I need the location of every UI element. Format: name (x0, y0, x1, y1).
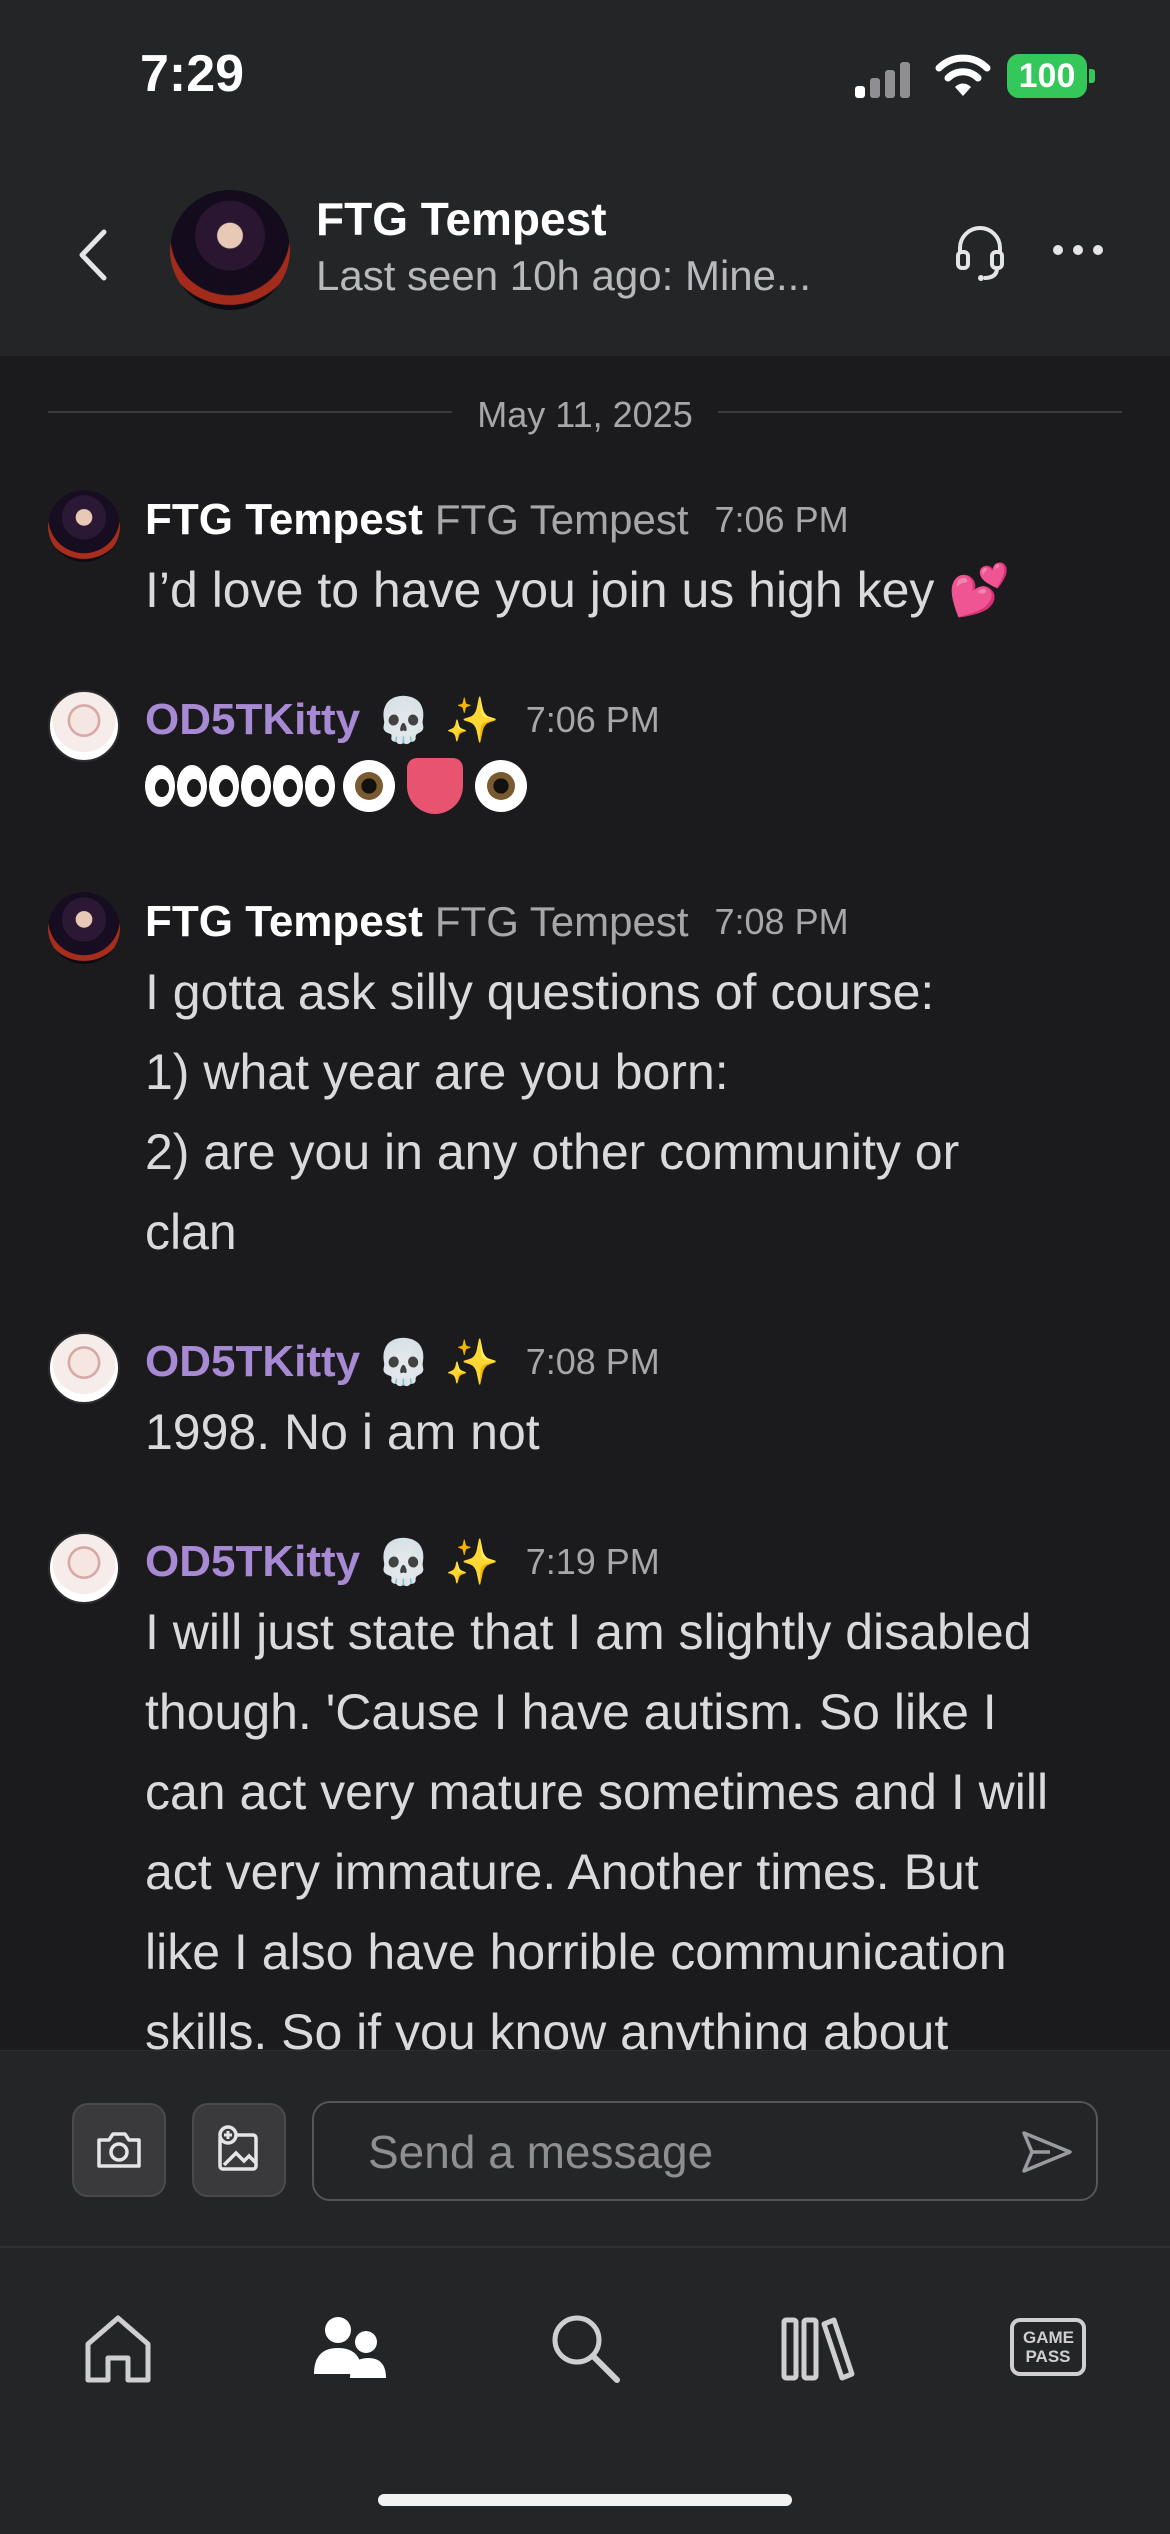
message-text: I gotta ask silly questions of course: 1… (145, 952, 1105, 1272)
game-pass-icon[interactable]: GAME PASS (1010, 2318, 1086, 2376)
sender-avatar[interactable] (48, 690, 120, 762)
library-icon[interactable] (778, 2308, 858, 2388)
name-badges: 💀 ✨ (376, 695, 500, 746)
message-text: I will just state that I am slightly dis… (145, 1592, 1105, 2050)
message-line: I gotta ask silly questions of course: (145, 964, 935, 1020)
sender-name[interactable]: FTG Tempest (145, 495, 423, 545)
date-label: May 11, 2025 (453, 394, 717, 435)
emoji-message (145, 746, 533, 826)
message-line: 2) are you in any other community or (145, 1124, 960, 1180)
sender-name[interactable]: OD5TKitty (145, 1337, 360, 1387)
message-line: like I also have horrible communication (145, 1924, 1007, 1980)
headset-icon[interactable] (950, 220, 1010, 284)
send-icon[interactable] (1020, 2127, 1074, 2177)
message-input-placeholder: Send a message (368, 2126, 714, 2178)
sender-display-name: FTG Tempest (434, 898, 689, 945)
message-time: 7:06 PM (714, 499, 849, 540)
message-input[interactable]: Send a message (312, 2101, 1098, 2201)
status-time: 7:29 (140, 45, 245, 103)
sender-avatar[interactable] (48, 892, 120, 964)
sender-display-name: FTG Tempest (434, 496, 689, 543)
sender-avatar[interactable] (48, 1332, 120, 1404)
sender-name[interactable]: OD5TKitty (145, 695, 360, 745)
contact-avatar[interactable] (170, 190, 290, 310)
message-time: 7:06 PM (525, 699, 660, 740)
message-line: though. 'Cause I have autism. So like I (145, 1684, 997, 1740)
eyes-emoji (177, 765, 207, 807)
contact-name[interactable]: FTG Tempest (316, 192, 607, 246)
back-chevron-icon[interactable] (70, 220, 120, 290)
add-image-icon (218, 2125, 258, 2171)
name-badges: 💀 ✨ (376, 1537, 500, 1588)
name-badges: 💀 ✨ (376, 1337, 500, 1388)
more-options-icon[interactable] (1048, 220, 1108, 280)
message-text: I’d love to have you join us high key 💕 (145, 562, 1011, 618)
game-pass-label: GAME PASS (1023, 2328, 1074, 2366)
eyes-emoji (305, 765, 335, 807)
message-line: I will just state that I am slightly dis… (145, 1604, 1032, 1660)
eye-emoji (343, 760, 395, 812)
message-list[interactable]: May 11, 2025 FTG Tempest FTG Tempest 7:0… (0, 356, 1170, 2050)
battery-tip (1089, 69, 1095, 83)
search-icon[interactable] (545, 2308, 625, 2388)
bottom-tab-bar: GAME PASS (0, 2246, 1170, 2534)
tongue-emoji (407, 758, 463, 814)
home-icon[interactable] (78, 2308, 158, 2388)
message-time: 7:08 PM (714, 901, 849, 942)
message-line: skills. So if you know anything about (145, 2004, 949, 2050)
battery-indicator: 100 (1007, 54, 1087, 98)
add-image-button[interactable] (192, 2103, 286, 2197)
cellular-signal-icon (855, 58, 915, 98)
chat-header: FTG Tempest Last seen 10h ago: Mine... (0, 160, 1170, 356)
friends-icon[interactable] (308, 2308, 388, 2388)
sender-avatar[interactable] (48, 1532, 120, 1604)
sender-name[interactable]: OD5TKitty (145, 1537, 360, 1587)
status-bar: 7:29 100 (0, 0, 1170, 160)
eyes-emoji (209, 765, 239, 807)
message-time: 7:08 PM (525, 1341, 660, 1382)
wifi-icon (935, 54, 991, 96)
message-time: 7:19 PM (525, 1541, 660, 1582)
eyes-emoji (241, 765, 271, 807)
message-line: clan (145, 1204, 237, 1260)
message-text: 1998. No i am not (145, 1404, 540, 1460)
sender-name[interactable]: FTG Tempest (145, 897, 423, 947)
eyes-emoji (273, 765, 303, 807)
camera-button[interactable] (72, 2103, 166, 2197)
camera-icon (97, 2132, 141, 2168)
message-line: act very immature. Another times. But (145, 1844, 979, 1900)
sender-avatar[interactable] (48, 490, 120, 562)
home-indicator (378, 2494, 792, 2506)
message-composer: Send a message (0, 2050, 1170, 2247)
date-separator: May 11, 2025 (48, 386, 1122, 436)
contact-status: Last seen 10h ago: Mine... (316, 252, 811, 299)
eye-emoji (475, 760, 527, 812)
message-line: can act very mature sometimes and I will (145, 1764, 1049, 1820)
eyes-emoji (145, 765, 175, 807)
message-line: 1) what year are you born: (145, 1044, 729, 1100)
